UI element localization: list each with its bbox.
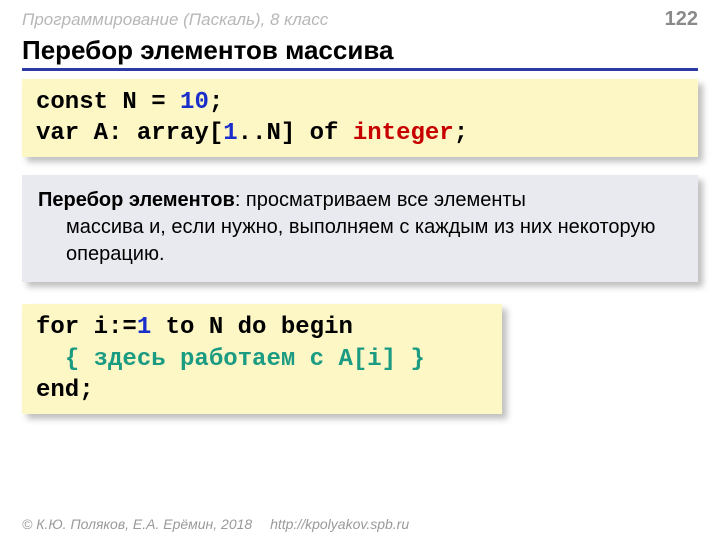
code-line: const N = 10; (36, 87, 684, 118)
footer-url: http://kpolyakov.spb.ru (270, 516, 409, 532)
code-block-declaration: const N = 10; var A: array[1..N] of inte… (22, 79, 698, 157)
code-line: for i:=1 to N do begin (36, 312, 488, 343)
code-number: 10 (180, 89, 209, 116)
code-block-loop: for i:=1 to N do begin { здесь работаем … (22, 304, 502, 414)
code-line-comment: { здесь работаем с A[i] } (36, 344, 488, 375)
slide-title: Перебор элементов массива (22, 35, 698, 71)
slide-footer: © К.Ю. Поляков, Е.А. Ерёмин, 2018 http:/… (22, 516, 409, 532)
code-type: integer (353, 120, 454, 147)
code-text: ; (209, 89, 223, 116)
definition-text: массива и, если нужно, выполняем с кажды… (38, 214, 682, 268)
definition-term: Перебор элементов (38, 189, 235, 211)
code-text: ..N] of (238, 120, 353, 147)
code-text: to N do begin (151, 314, 353, 341)
code-comment: { здесь работаем с A[i] } (65, 346, 425, 373)
copyright: © К.Ю. Поляков, Е.А. Ерёмин, 2018 (22, 516, 252, 532)
definition-box: Перебор элементов: просматриваем все эле… (22, 175, 698, 282)
code-text: for i:= (36, 314, 137, 341)
definition-text: : просматриваем все элементы (235, 189, 526, 211)
code-text: ; (454, 120, 468, 147)
slide-header: Программирование (Паскаль), 8 класс 122 (0, 0, 720, 31)
code-text: const N (36, 89, 137, 116)
code-line: end; (36, 375, 488, 406)
slide-content: const N = 10; var A: array[1..N] of inte… (0, 71, 720, 414)
code-line: var A: array[1..N] of integer; (36, 118, 684, 149)
code-number: 1 (137, 314, 151, 341)
code-text: = (151, 89, 165, 116)
course-label: Программирование (Паскаль), 8 класс (22, 10, 328, 30)
code-text: var A: array[ (36, 120, 223, 147)
page-number: 122 (665, 8, 698, 31)
code-number: 1 (223, 120, 237, 147)
